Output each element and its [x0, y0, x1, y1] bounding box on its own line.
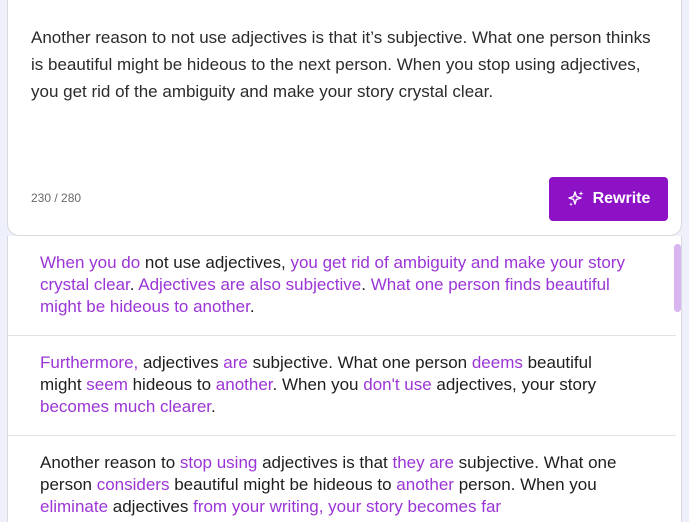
scrollbar[interactable] — [672, 236, 681, 522]
changed-text: considers — [96, 475, 170, 494]
suggestion-text: When you do not use adjectives, you get … — [40, 252, 625, 318]
unchanged-text: adjectives is that — [257, 453, 393, 472]
changed-text: they are — [392, 453, 454, 472]
rewrite-suggestion-3[interactable]: Another reason to stop using adjectives … — [8, 452, 676, 518]
unchanged-text: . When you — [272, 375, 364, 394]
unchanged-text: not use adjectives — [140, 253, 281, 272]
unchanged-text: hideous to — [127, 375, 216, 394]
suggestion-text: Furthermore, adjectives are subjective. … — [40, 352, 625, 418]
rewrite-suggestion-1[interactable]: When you do not use adjectives, you get … — [8, 252, 676, 318]
changed-text: Adjectives are also subjective — [138, 275, 362, 294]
unchanged-text: adjectives, your story — [431, 375, 597, 394]
unchanged-text: . — [129, 275, 139, 294]
changed-text: another — [396, 475, 454, 494]
unchanged-text: beautiful might be hideous to — [169, 475, 397, 494]
changed-text: are — [223, 353, 248, 372]
unchanged-text: . — [211, 397, 216, 416]
divider — [8, 335, 676, 336]
rewrite-results-list: When you do not use adjectives, you get … — [7, 236, 682, 522]
changed-text: don't use — [363, 375, 432, 394]
editor-card: Another reason to not use adjectives is … — [7, 0, 682, 236]
input-textarea[interactable]: Another reason to not use adjectives is … — [31, 24, 651, 105]
unchanged-text: Another reason to — [40, 453, 180, 472]
changed-text: deems — [471, 353, 523, 372]
changed-text: another — [215, 375, 273, 394]
changed-text: from your writing, your story becomes fa… — [193, 497, 502, 516]
changed-text: stop using — [179, 453, 258, 472]
changed-text: eliminate — [40, 497, 109, 516]
unchanged-text: adjectives — [138, 353, 224, 372]
unchanged-text: person. When you — [453, 475, 597, 494]
suggestion-text: Another reason to stop using adjectives … — [40, 452, 625, 518]
unchanged-text: subjective. What one person — [247, 353, 472, 372]
unchanged-text: adjectives — [108, 497, 194, 516]
rewrite-button[interactable]: Rewrite — [549, 177, 668, 221]
rewrite-button-label: Rewrite — [592, 190, 651, 207]
sparkles-icon — [567, 190, 585, 208]
unchanged-text: . — [249, 297, 255, 316]
character-count: 230 / 280 — [31, 191, 82, 205]
unchanged-text: . — [361, 275, 371, 294]
changed-text: seem — [86, 375, 128, 394]
rewrite-suggestion-2[interactable]: Furthermore, adjectives are subjective. … — [8, 352, 676, 418]
changed-text: Furthermore, — [40, 353, 139, 372]
scrollbar-thumb[interactable] — [674, 244, 681, 312]
divider — [8, 435, 676, 436]
changed-text: When you do — [40, 253, 141, 272]
changed-text: becomes much clearer — [40, 397, 212, 416]
